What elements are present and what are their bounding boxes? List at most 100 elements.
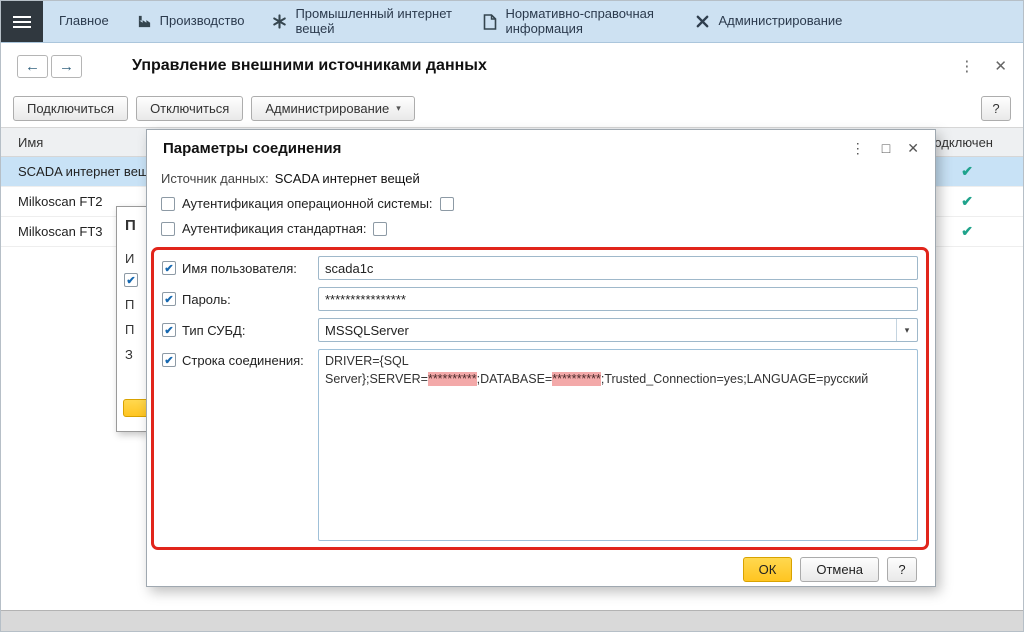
dialog-close-icon[interactable]: ✕ — [907, 140, 919, 157]
ok-button[interactable]: ОК — [743, 557, 793, 582]
disconnect-label: Отключиться — [150, 101, 229, 116]
std-auth-row: Аутентификация стандартная: — [147, 216, 935, 241]
dropdown-button[interactable]: ▾ — [896, 319, 917, 341]
background-dialog-fragment[interactable]: П И П П З — [116, 206, 147, 432]
disconnect-button[interactable]: Отключиться — [136, 96, 243, 121]
password-checkbox[interactable] — [162, 292, 176, 306]
cancel-button[interactable]: Отмена — [800, 557, 879, 582]
section-reference-info[interactable]: Нормативно-справочная информация — [483, 7, 667, 37]
connection-string-part: ;DATABASE= — [477, 372, 553, 386]
help-label: ? — [992, 101, 999, 116]
section-label: Нормативно-справочная информация — [505, 7, 667, 37]
datasource-value: SCADA интернет вещей — [275, 171, 420, 186]
dialog-help-label: ? — [898, 562, 905, 577]
os-auth-row: Аутентификация операционной системы: — [147, 191, 935, 216]
section-label: Промышленный интернет вещей — [295, 7, 455, 37]
connect-button[interactable]: Подключиться — [13, 96, 128, 121]
dbms-type-row: Тип СУБД: ▾ — [162, 318, 918, 342]
row-name: Milkoscan FT3 — [1, 224, 103, 239]
connection-string-checkbox[interactable] — [162, 353, 176, 367]
bg-dialog-title-fragment: П — [125, 217, 136, 234]
password-label: Пароль: — [182, 292, 312, 307]
std-auth-value-checkbox[interactable] — [373, 222, 387, 236]
username-row: Имя пользователя: — [162, 256, 918, 280]
datasource-row: Источник данных: SCADA интернет вещей — [147, 166, 935, 191]
administration-label: Администрирование — [265, 101, 389, 116]
ok-label: ОК — [759, 562, 777, 577]
hamburger-icon — [13, 16, 31, 18]
main-menu-button[interactable] — [1, 1, 43, 42]
dbms-type-input[interactable] — [319, 319, 896, 341]
connection-string-label: Строка соединения: — [182, 353, 312, 368]
redacted-database-value: ********** — [552, 372, 601, 386]
section-label: Главное — [59, 14, 109, 29]
bg-dialog-ok-button-fragment[interactable] — [123, 399, 147, 417]
app-window: Главное Производство Промышленный интерн… — [0, 0, 1024, 632]
back-arrow-icon: ← — [25, 58, 40, 75]
administration-menu-button[interactable]: Администрирование ▾ — [251, 96, 415, 121]
connection-string-part: Server};SERVER= — [325, 372, 428, 386]
connected-check-icon: ✔ — [961, 223, 973, 240]
sections-bar: Главное Производство Промышленный интерн… — [1, 1, 1023, 43]
username-checkbox[interactable] — [162, 261, 176, 275]
back-button[interactable]: ← — [17, 55, 48, 78]
dialog-titlebar: Параметры соединения ⋮ □ ✕ — [147, 130, 935, 166]
column-header-name[interactable]: Имя — [1, 135, 43, 150]
dialog-buttons: ОК Отмена ? — [147, 550, 935, 582]
tools-icon — [695, 14, 710, 29]
bg-dialog-text-fragment: П — [125, 322, 134, 337]
chevron-down-icon: ▾ — [396, 103, 401, 114]
connection-string-part: ;Trusted_Connection=yes;LANGUAGE=русский — [601, 372, 868, 386]
connection-string-field[interactable]: DRIVER={SQL Server};SERVER=**********;DA… — [318, 349, 918, 541]
asterisk-icon — [272, 14, 287, 29]
connection-params-dialog: Параметры соединения ⋮ □ ✕ Источник данн… — [146, 129, 936, 587]
dbms-type-checkbox[interactable] — [162, 323, 176, 337]
redacted-server-value: ********** — [428, 372, 477, 386]
factory-icon — [137, 14, 152, 29]
os-auth-value-checkbox[interactable] — [440, 197, 454, 211]
dbms-type-combo: ▾ — [318, 318, 918, 342]
chevron-down-icon: ▾ — [905, 325, 910, 336]
annotation-highlight-box: Имя пользователя: Пароль: Тип СУБД: ▾ Ст… — [151, 247, 929, 550]
username-label: Имя пользователя: — [182, 261, 312, 276]
username-input[interactable] — [318, 256, 918, 280]
datasource-label: Источник данных: — [161, 171, 269, 186]
os-auth-override-checkbox[interactable] — [161, 197, 175, 211]
connection-string-row: Строка соединения: DRIVER={SQL Server};S… — [162, 349, 918, 541]
dialog-maximize-icon[interactable]: □ — [882, 140, 890, 157]
dbms-type-label: Тип СУБД: — [182, 323, 312, 338]
window-kebab-icon[interactable]: ⋮ — [959, 57, 974, 75]
connected-check-icon: ✔ — [961, 163, 973, 180]
section-main[interactable]: Главное — [59, 14, 109, 29]
forward-button[interactable]: → — [51, 55, 82, 78]
window-title-row: ← → Управление внешними источниками данн… — [1, 43, 1023, 89]
window-close-icon[interactable]: ✕ — [994, 57, 1007, 75]
help-button[interactable]: ? — [981, 96, 1011, 121]
command-toolbar: Подключиться Отключиться Администрирован… — [1, 89, 1023, 127]
page-title: Управление внешними источниками данных — [132, 57, 487, 75]
bg-dialog-checkbox — [124, 273, 138, 287]
dialog-kebab-icon[interactable]: ⋮ — [851, 140, 865, 157]
bg-dialog-text-fragment: И — [125, 251, 134, 266]
section-label: Производство — [160, 14, 245, 29]
section-administration[interactable]: Администрирование — [695, 14, 842, 29]
row-name: Milkoscan FT2 — [1, 194, 103, 209]
section-label: Администрирование — [718, 14, 842, 29]
dialog-help-button[interactable]: ? — [887, 557, 917, 582]
password-input[interactable] — [318, 287, 918, 311]
os-auth-label: Аутентификация операционной системы: — [182, 196, 433, 211]
bg-dialog-text-fragment: П — [125, 297, 134, 312]
row-name: SCADA интернет вещей — [1, 164, 163, 179]
std-auth-override-checkbox[interactable] — [161, 222, 175, 236]
section-production[interactable]: Производство — [137, 14, 245, 29]
connected-check-icon: ✔ — [961, 193, 973, 210]
bg-dialog-text-fragment: З — [125, 347, 133, 362]
cancel-label: Отмена — [816, 562, 863, 577]
status-strip — [1, 610, 1023, 631]
password-row: Пароль: — [162, 287, 918, 311]
forward-arrow-icon: → — [59, 58, 74, 75]
dialog-title: Параметры соединения — [163, 140, 341, 157]
section-industrial-iot[interactable]: Промышленный интернет вещей — [272, 7, 455, 37]
connect-label: Подключиться — [27, 101, 114, 116]
std-auth-label: Аутентификация стандартная: — [182, 221, 366, 236]
